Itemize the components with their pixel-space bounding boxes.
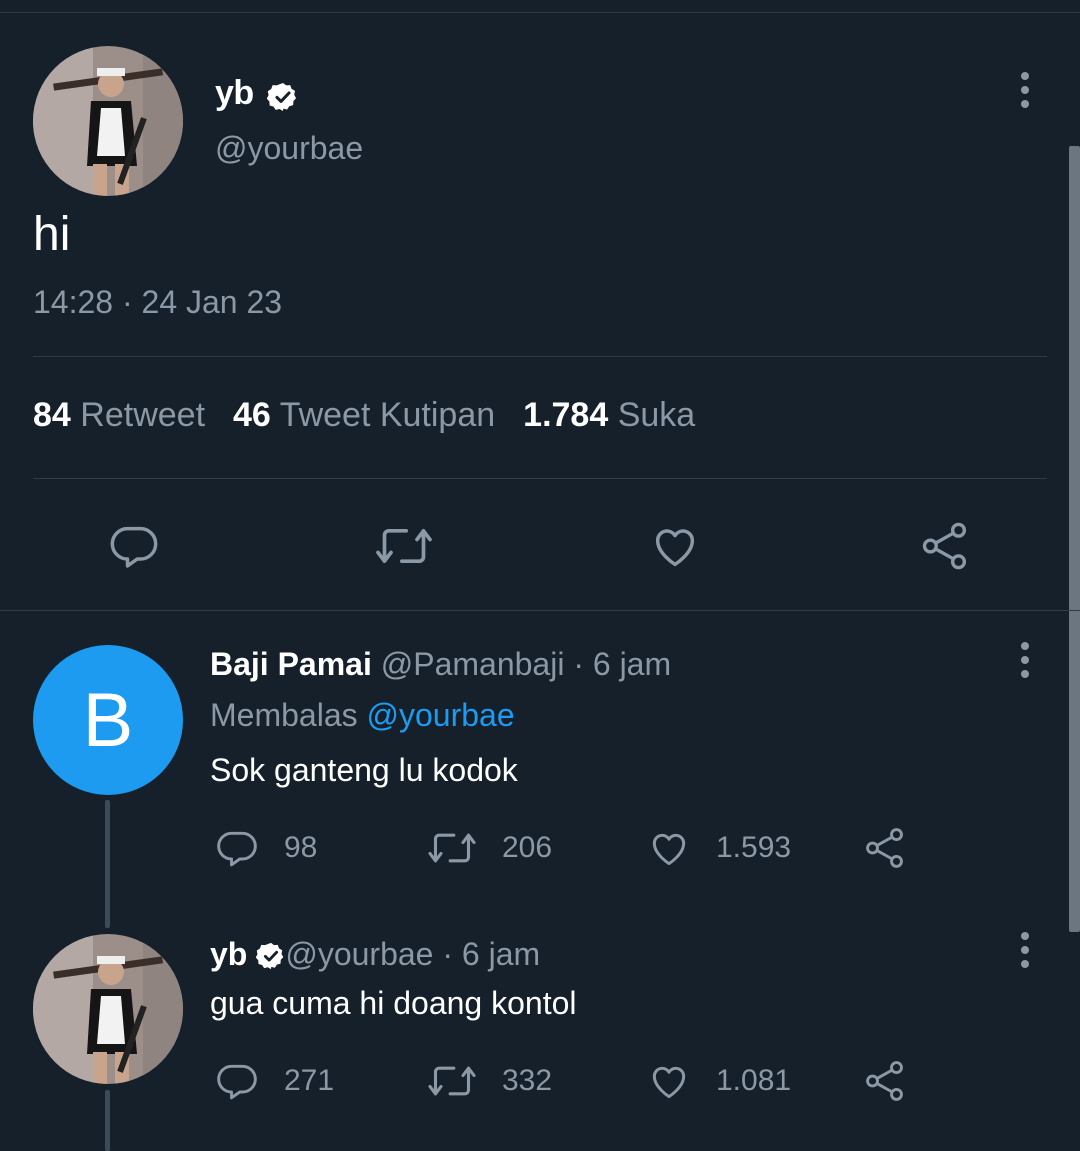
reply-count: 271 — [284, 1064, 335, 1097]
replying-to: Membalas @yourbae — [210, 697, 515, 734]
reply-author-name[interactable]: Baji Pamai — [210, 646, 372, 682]
share-icon — [922, 522, 967, 570]
reply-share-button[interactable] — [862, 824, 932, 872]
tweet-stats: 84 Retweet 46 Tweet Kutipan 1.784 Suka — [33, 396, 695, 435]
more-options-icon[interactable] — [1020, 72, 1030, 112]
like-icon — [652, 833, 686, 866]
reply-more-options-icon[interactable] — [1020, 642, 1030, 682]
quotes-stat[interactable]: 46 Tweet Kutipan — [233, 396, 495, 434]
tweet-timestamp[interactable]: 14:28 · 24 Jan 23 — [33, 284, 282, 321]
reply-text: gua cuma hi doang kontol — [210, 985, 577, 1021]
stats-divider-top — [33, 356, 1047, 357]
retweets-label: Retweet — [80, 396, 206, 434]
like-count: 1.081 — [716, 1064, 792, 1097]
like-icon — [655, 529, 695, 567]
top-divider — [0, 12, 1080, 13]
reply-reply-button[interactable]: 98 — [214, 826, 317, 870]
reply-avatar[interactable]: B — [33, 645, 183, 795]
avatar-initial: B — [82, 677, 134, 763]
like-button[interactable] — [648, 520, 702, 577]
reply-avatar[interactable] — [33, 934, 183, 1084]
retweets-stat[interactable]: 84 Retweet — [33, 396, 205, 434]
share-button[interactable] — [918, 518, 972, 579]
replying-label: Membalas — [210, 697, 358, 733]
reply-author-handle[interactable]: @Pamanbaji — [381, 646, 565, 682]
share-icon — [866, 1061, 903, 1101]
retweet-icon — [428, 833, 476, 863]
reply-retweet-button[interactable]: 332 — [426, 1059, 552, 1103]
replying-to-mention[interactable]: @yourbae — [367, 697, 515, 733]
like-count: 1.593 — [716, 831, 792, 864]
reply-icon — [110, 526, 158, 568]
share-icon — [866, 828, 903, 868]
retweet-count: 332 — [502, 1064, 553, 1097]
quotes-count: 46 — [233, 396, 271, 434]
retweets-count: 84 — [33, 396, 71, 434]
reply-icon — [217, 1064, 257, 1100]
stats-divider-bottom — [33, 478, 1047, 479]
reply-like-button[interactable]: 1.593 — [646, 826, 791, 870]
retweet-count: 206 — [502, 831, 553, 864]
reply-like-button[interactable]: 1.081 — [646, 1059, 791, 1103]
tweet-section-divider — [0, 610, 1080, 611]
reply-author-name[interactable]: yb — [210, 936, 247, 972]
retweet-icon — [428, 1066, 476, 1096]
like-icon — [652, 1066, 686, 1099]
reply-icon — [217, 831, 257, 867]
reply-time[interactable]: · 6 jam — [442, 936, 540, 972]
verified-badge-icon — [266, 81, 299, 118]
reply-share-button[interactable] — [862, 1057, 932, 1105]
thread-connector-line — [105, 800, 110, 928]
reply-retweet-button[interactable]: 206 — [426, 826, 552, 870]
likes-count: 1.784 — [523, 396, 609, 434]
reply-reply-button[interactable]: 271 — [214, 1059, 334, 1103]
quotes-label: Tweet Kutipan — [279, 396, 496, 434]
scrollbar-thumb[interactable] — [1069, 146, 1080, 932]
verified-badge-icon — [255, 941, 286, 976]
author-handle[interactable]: @yourbae — [215, 130, 363, 167]
likes-stat[interactable]: 1.784 Suka — [523, 396, 695, 434]
thread-connector-line — [105, 1090, 110, 1151]
reply-header: Baji Pamai @Pamanbaji · 6 jam — [210, 646, 671, 683]
likes-label: Suka — [617, 396, 696, 434]
reply-count: 98 — [284, 831, 318, 864]
retweet-icon — [376, 528, 432, 564]
author-avatar[interactable] — [33, 46, 183, 196]
retweet-button[interactable] — [373, 520, 435, 577]
tweet-text: hi — [33, 208, 71, 261]
reply-more-options-icon[interactable] — [1020, 932, 1030, 972]
reply-author-handle[interactable]: @yourbae — [285, 936, 433, 972]
reply-text: Sok ganteng lu kodok — [210, 752, 518, 788]
reply-button[interactable] — [108, 520, 160, 577]
reply-time[interactable]: · 6 jam — [573, 646, 671, 682]
author-name[interactable]: yb — [215, 74, 254, 113]
